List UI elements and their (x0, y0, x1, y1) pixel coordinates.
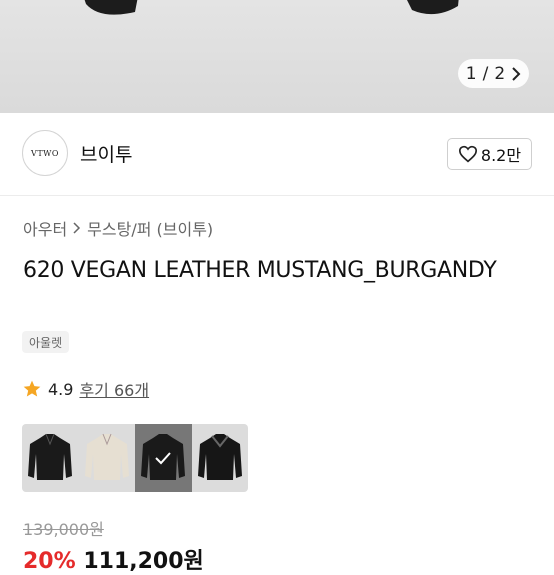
sale-price-row: 20% 111,200원 (23, 543, 204, 575)
sale-price: 111,200원 (83, 549, 204, 574)
star-icon (23, 380, 41, 397)
color-option-black-leather[interactable] (22, 424, 79, 492)
rating-row[interactable]: 4.9 후기 66개 (22, 377, 149, 401)
seller-logo[interactable]: VTWO (22, 130, 68, 176)
pager-total: 2 (494, 63, 506, 84)
like-button[interactable]: 8.2만 (447, 138, 532, 170)
seller-name[interactable]: 브이투 (80, 140, 132, 167)
product-image-gallery[interactable]: 1 / 2 (0, 0, 554, 113)
color-option-black-shearling[interactable] (191, 424, 248, 492)
breadcrumb: 아우터 무스탕/퍼 (브이투) (23, 216, 213, 240)
color-option-black-selected[interactable] (135, 424, 192, 492)
product-title: 620 VEGAN LEATHER MUSTANG_BURGANDY (23, 258, 497, 283)
outlet-badge: 아울렛 (22, 331, 70, 353)
discount-rate: 20% (23, 549, 76, 574)
pager-separator: / (482, 63, 489, 84)
checkmark-icon (155, 452, 171, 465)
chevron-right-icon (512, 66, 521, 81)
heart-icon (458, 145, 477, 163)
color-options (22, 424, 248, 492)
original-price: 139,000원 (23, 520, 104, 539)
seller-logo-text: VTWO (31, 148, 59, 158)
like-count: 8.2만 (480, 146, 522, 165)
jacket-thumbnail (28, 433, 72, 480)
image-pager[interactable]: 1 / 2 (458, 59, 529, 88)
jacket-thumbnail (197, 434, 242, 480)
review-count-link[interactable]: 후기 66개 (79, 377, 149, 401)
breadcrumb-category[interactable]: 아우터 (23, 216, 67, 240)
rating-score: 4.9 (48, 379, 74, 399)
chevron-right-icon (73, 222, 81, 234)
pager-current: 1 (465, 63, 477, 84)
jacket-image (84, 0, 459, 15)
jacket-thumbnail (84, 433, 129, 480)
color-option-beige[interactable] (78, 424, 135, 492)
breadcrumb-subcategory[interactable]: 무스탕/퍼 (브이투) (87, 216, 213, 240)
